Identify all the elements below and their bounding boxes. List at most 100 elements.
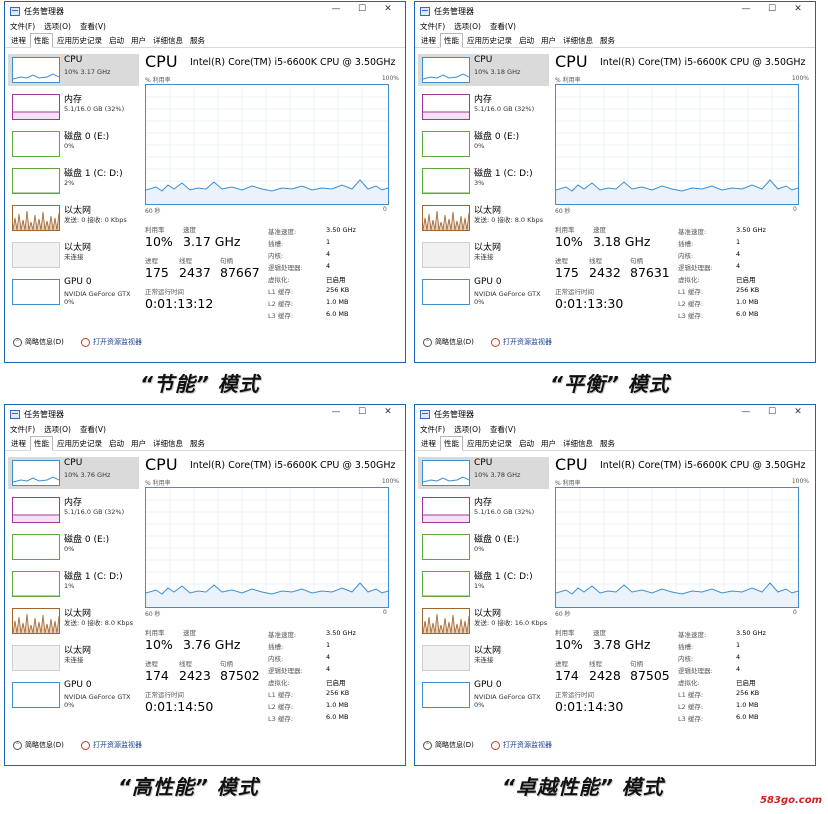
sidebar-item-ethernet[interactable]: 以太网 发送: 0 接收: 8.0 Kbps: [8, 605, 139, 637]
minimize-button[interactable]: —: [323, 407, 349, 417]
tab-2[interactable]: 应用历史记录: [54, 34, 105, 47]
processes-value: 175: [555, 265, 579, 280]
tab-5[interactable]: 详细信息: [150, 437, 186, 450]
menu-item-2[interactable]: 查看(V): [80, 424, 106, 435]
close-button[interactable]: ✕: [375, 407, 401, 417]
uptime-value: 0:01:14:50: [145, 699, 214, 714]
tab-1[interactable]: 性能: [440, 436, 463, 451]
open-resource-monitor-link[interactable]: 打开资源监视器: [81, 337, 142, 347]
brief-info-button[interactable]: ⌃ 简略信息(D): [13, 337, 64, 347]
sidebar-item-ethernet[interactable]: 以太网 发送: 0 接收: 0 Kbps: [8, 202, 139, 234]
tab-3[interactable]: 启动: [516, 34, 537, 47]
tab-0[interactable]: 进程: [8, 34, 29, 47]
tab-0[interactable]: 进程: [418, 34, 439, 47]
sidebar-item-disk1[interactable]: 磁盘 1 (C: D:) 3%: [418, 165, 549, 197]
spec-key: 基准速度:: [268, 228, 297, 236]
sidebar-item-cpu[interactable]: CPU 10% 3.76 GHz: [8, 457, 139, 489]
menu-item-1[interactable]: 选项(O): [454, 424, 481, 435]
sidebar-item-disk0[interactable]: 磁盘 0 (E:) 0%: [418, 128, 549, 160]
memory-label: 内存: [64, 95, 83, 105]
ethernet-mini-graph: [423, 613, 469, 633]
open-resource-monitor-link[interactable]: 打开资源监视器: [491, 740, 552, 750]
sidebar-item-disk1[interactable]: 磁盘 1 (C: D:) 2%: [8, 165, 139, 197]
tab-6[interactable]: 服务: [187, 34, 208, 47]
tab-2[interactable]: 应用历史记录: [464, 34, 515, 47]
tab-6[interactable]: 服务: [597, 34, 618, 47]
handles-value: 87631: [630, 265, 670, 280]
sidebar-item-gpu[interactable]: GPU 0 NVIDIA GeForce GTX 0%: [418, 679, 549, 711]
menu-item-2[interactable]: 查看(V): [80, 21, 106, 32]
sidebar-item-ethernet[interactable]: 以太网 发送: 0 接收: 16.0 Kbps: [418, 605, 549, 637]
sidebar-item-ethernet-disconnected[interactable]: 以太网 未连接: [8, 642, 139, 674]
sidebar-item-cpu[interactable]: CPU 10% 3.18 GHz: [418, 54, 549, 86]
tab-6[interactable]: 服务: [597, 437, 618, 450]
sidebar-item-cpu[interactable]: CPU 10% 3.78 GHz: [418, 457, 549, 489]
menu-item-0[interactable]: 文件(F): [10, 21, 35, 32]
close-button[interactable]: ✕: [785, 407, 811, 417]
sidebar-item-ethernet-disconnected[interactable]: 以太网 未连接: [418, 239, 549, 271]
sidebar-item-ethernet-disconnected[interactable]: 以太网 未连接: [8, 239, 139, 271]
cpu-summary: 10% 3.76 GHz: [64, 471, 111, 479]
sidebar-item-disk0[interactable]: 磁盘 0 (E:) 0%: [8, 128, 139, 160]
brief-info-button[interactable]: ⌃ 简略信息(D): [423, 337, 474, 347]
tab-5[interactable]: 详细信息: [560, 34, 596, 47]
sidebar-item-disk0[interactable]: 磁盘 0 (E:) 0%: [8, 531, 139, 563]
menu-item-0[interactable]: 文件(F): [10, 424, 35, 435]
sidebar-item-gpu[interactable]: GPU 0 NVIDIA GeForce GTX 0%: [8, 679, 139, 711]
tab-1[interactable]: 性能: [440, 33, 463, 48]
open-resource-monitor-link[interactable]: 打开资源监视器: [81, 740, 142, 750]
sidebar-item-disk1[interactable]: 磁盘 1 (C: D:) 1%: [418, 568, 549, 600]
close-button[interactable]: ✕: [785, 4, 811, 14]
maximize-button[interactable]: ☐: [349, 407, 375, 417]
brief-info-button[interactable]: ⌃ 简略信息(D): [13, 740, 64, 750]
tab-4[interactable]: 用户: [128, 34, 149, 47]
sidebar-item-disk1[interactable]: 磁盘 1 (C: D:) 1%: [8, 568, 139, 600]
menu-item-1[interactable]: 选项(O): [44, 424, 71, 435]
minimize-button[interactable]: —: [733, 407, 759, 417]
cpu-heading: CPU: [145, 455, 178, 474]
sidebar-item-memory[interactable]: 内存 5.1/16.0 GB (32%): [8, 494, 139, 526]
menu-item-1[interactable]: 选项(O): [44, 21, 71, 32]
maximize-button[interactable]: ☐: [759, 4, 785, 14]
sidebar-item-ethernet-disconnected[interactable]: 以太网 未连接: [418, 642, 549, 674]
sidebar-item-gpu[interactable]: GPU 0 NVIDIA GeForce GTX 0%: [418, 276, 549, 308]
graph-axis-label: % 利用率: [145, 77, 171, 84]
tab-4[interactable]: 用户: [128, 437, 149, 450]
sidebar-item-ethernet[interactable]: 以太网 发送: 0 接收: 8.0 Kbps: [418, 202, 549, 234]
sidebar-item-disk0[interactable]: 磁盘 0 (E:) 0%: [418, 531, 549, 563]
menu-item-2[interactable]: 查看(V): [490, 424, 516, 435]
menu-item-1[interactable]: 选项(O): [454, 21, 481, 32]
menu-item-0[interactable]: 文件(F): [420, 424, 445, 435]
sidebar-item-memory[interactable]: 内存 5.1/16.0 GB (32%): [418, 91, 549, 123]
sidebar-item-memory[interactable]: 内存 5.1/16.0 GB (32%): [8, 91, 139, 123]
tab-3[interactable]: 启动: [106, 34, 127, 47]
menu-item-2[interactable]: 查看(V): [490, 21, 516, 32]
tab-1[interactable]: 性能: [30, 33, 53, 48]
maximize-button[interactable]: ☐: [349, 4, 375, 14]
gpu-thumbnail: [12, 279, 60, 305]
open-resource-monitor-link[interactable]: 打开资源监视器: [491, 337, 552, 347]
tab-6[interactable]: 服务: [187, 437, 208, 450]
tab-2[interactable]: 应用历史记录: [54, 437, 105, 450]
sidebar-item-gpu[interactable]: GPU 0 NVIDIA GeForce GTX 0%: [8, 276, 139, 308]
menu-item-0[interactable]: 文件(F): [420, 21, 445, 32]
tab-3[interactable]: 启动: [106, 437, 127, 450]
tab-4[interactable]: 用户: [538, 34, 559, 47]
maximize-button[interactable]: ☐: [759, 407, 785, 417]
sidebar-item-memory[interactable]: 内存 5.1/16.0 GB (32%): [418, 494, 549, 526]
tab-4[interactable]: 用户: [538, 437, 559, 450]
tab-5[interactable]: 详细信息: [560, 437, 596, 450]
task-manager-icon: [10, 409, 20, 419]
sidebar-item-cpu[interactable]: CPU 10% 3.17 GHz: [8, 54, 139, 86]
tab-0[interactable]: 进程: [418, 437, 439, 450]
close-button[interactable]: ✕: [375, 4, 401, 14]
tab-2[interactable]: 应用历史记录: [464, 437, 515, 450]
spec-key: L1 缓存:: [678, 691, 704, 699]
tab-3[interactable]: 启动: [516, 437, 537, 450]
minimize-button[interactable]: —: [733, 4, 759, 14]
brief-info-button[interactable]: ⌃ 简略信息(D): [423, 740, 474, 750]
tab-1[interactable]: 性能: [30, 436, 53, 451]
minimize-button[interactable]: —: [323, 4, 349, 14]
tab-5[interactable]: 详细信息: [150, 34, 186, 47]
tab-0[interactable]: 进程: [8, 437, 29, 450]
